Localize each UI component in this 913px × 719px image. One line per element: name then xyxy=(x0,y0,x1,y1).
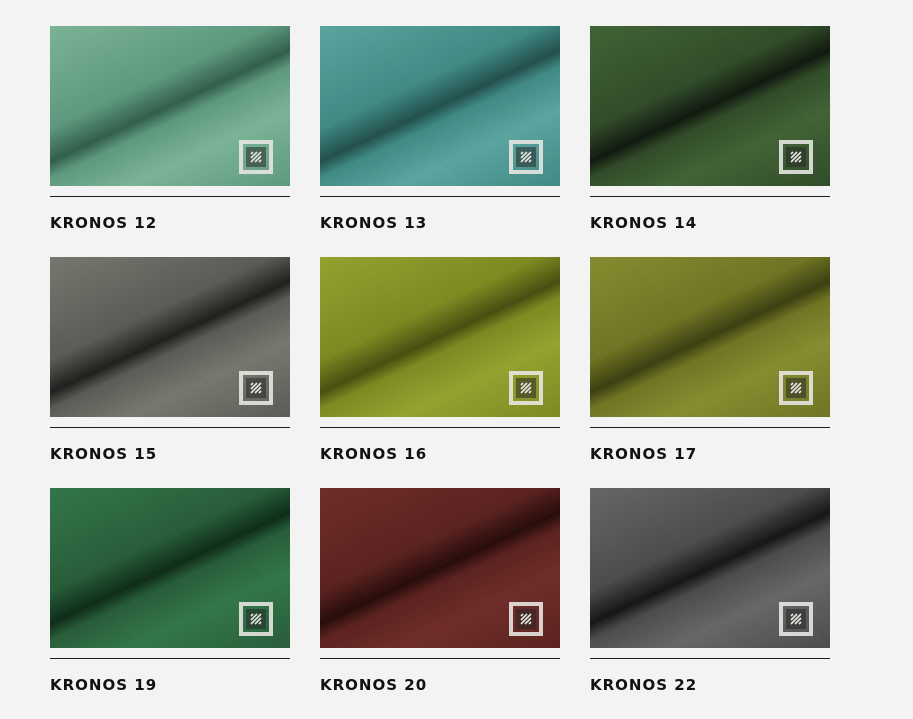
fabric-badge xyxy=(779,602,813,636)
fabric-swatch-image[interactable] xyxy=(50,488,290,648)
fabric-badge xyxy=(239,371,273,405)
fabric-card[interactable]: KRONOS 20 xyxy=(320,488,560,719)
fabric-badge xyxy=(779,371,813,405)
fabric-swatch-image[interactable] xyxy=(320,257,560,417)
fabric-card[interactable]: KRONOS 15 xyxy=(50,257,290,488)
fabric-name[interactable]: KRONOS 14 xyxy=(590,214,697,232)
fabric-name[interactable]: KRONOS 16 xyxy=(320,445,427,463)
divider xyxy=(590,658,830,659)
fabric-texture-icon xyxy=(246,609,266,629)
fabric-card[interactable]: KRONOS 14 xyxy=(590,26,830,257)
fabric-grid: KRONOS 12 KRONOS 13 KRONOS 14 KRONOS 15 KRON… xyxy=(50,26,830,719)
fabric-swatch-image[interactable] xyxy=(320,26,560,186)
fabric-badge xyxy=(509,602,543,636)
fabric-badge xyxy=(779,140,813,174)
fabric-swatch-image[interactable] xyxy=(590,26,830,186)
fabric-badge xyxy=(239,602,273,636)
fabric-badge xyxy=(509,140,543,174)
fabric-texture-icon xyxy=(246,378,266,398)
fabric-swatch-image[interactable] xyxy=(590,257,830,417)
fabric-texture-icon xyxy=(516,609,536,629)
fabric-texture-icon xyxy=(786,609,806,629)
fabric-card[interactable]: KRONOS 12 xyxy=(50,26,290,257)
divider xyxy=(320,427,560,428)
fabric-texture-icon xyxy=(516,147,536,167)
divider xyxy=(50,658,290,659)
fabric-name[interactable]: KRONOS 17 xyxy=(590,445,697,463)
fabric-texture-icon xyxy=(516,378,536,398)
fabric-swatch-image[interactable] xyxy=(320,488,560,648)
fabric-texture-icon xyxy=(786,378,806,398)
divider xyxy=(320,658,560,659)
fabric-name[interactable]: KRONOS 19 xyxy=(50,676,157,694)
fabric-name[interactable]: KRONOS 22 xyxy=(590,676,697,694)
fabric-card[interactable]: KRONOS 16 xyxy=(320,257,560,488)
fabric-name[interactable]: KRONOS 20 xyxy=(320,676,427,694)
fabric-badge xyxy=(239,140,273,174)
fabric-name[interactable]: KRONOS 13 xyxy=(320,214,427,232)
fabric-badge xyxy=(509,371,543,405)
fabric-swatch-image[interactable] xyxy=(590,488,830,648)
fabric-card[interactable]: KRONOS 19 xyxy=(50,488,290,719)
divider xyxy=(590,196,830,197)
fabric-swatch-image[interactable] xyxy=(50,26,290,186)
divider xyxy=(320,196,560,197)
fabric-card[interactable]: KRONOS 13 xyxy=(320,26,560,257)
fabric-name[interactable]: KRONOS 15 xyxy=(50,445,157,463)
divider xyxy=(590,427,830,428)
fabric-swatch-image[interactable] xyxy=(50,257,290,417)
fabric-name[interactable]: KRONOS 12 xyxy=(50,214,157,232)
fabric-texture-icon xyxy=(246,147,266,167)
fabric-card[interactable]: KRONOS 17 xyxy=(590,257,830,488)
divider xyxy=(50,196,290,197)
fabric-card[interactable]: KRONOS 22 xyxy=(590,488,830,719)
fabric-texture-icon xyxy=(786,147,806,167)
divider xyxy=(50,427,290,428)
